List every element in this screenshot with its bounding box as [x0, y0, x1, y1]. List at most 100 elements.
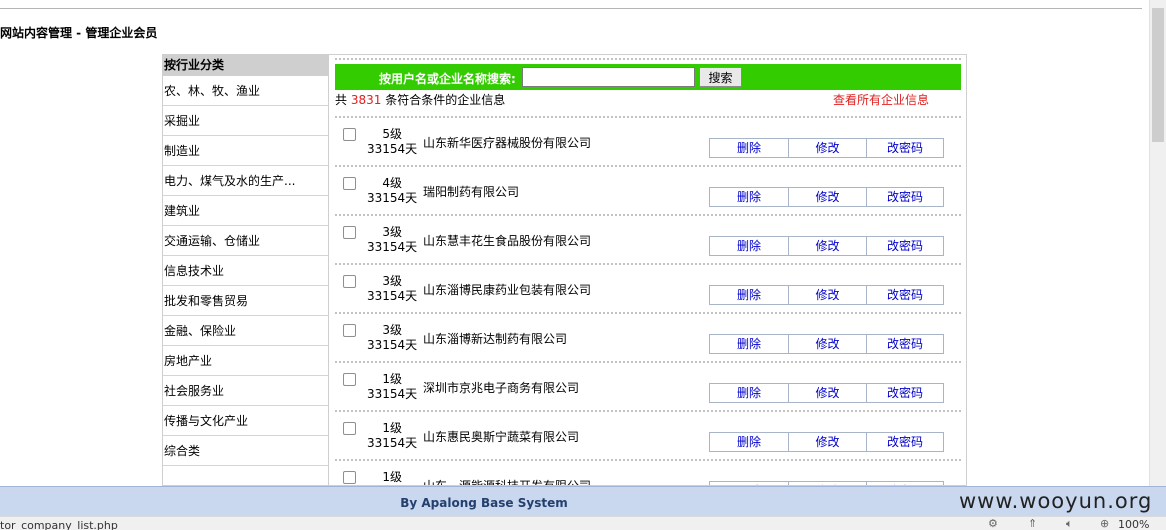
status-url: tor_company_list.php — [0, 519, 118, 530]
company-name: 山东一源能源科技开发有限公司 — [423, 479, 592, 486]
sidebar-item-8[interactable]: 金融、保险业 — [163, 316, 328, 346]
company-row: 3级 33154天 山东淄博民康药业包装有限公司 删除 修改 改密码 — [335, 265, 961, 314]
sidebar-item-7[interactable]: 批发和零售贸易 — [163, 286, 328, 316]
company-name: 深圳市京兆电子商务有限公司 — [423, 381, 580, 395]
result-count-text: 共 3831 条符合条件的企业信息 — [335, 90, 505, 110]
member-days: 33154天 — [367, 387, 418, 401]
company-list: 5级 33154天 山东新华医疗器械股份有限公司 删除 修改 改密码 4级 33154天 瑞阳制… — [335, 118, 961, 486]
company-row: 3级 33154天 山东淄博新达制药有限公司 删除 修改 改密码 — [335, 314, 961, 363]
row-checkbox[interactable] — [343, 471, 356, 484]
change-password-button[interactable]: 改密码 — [866, 433, 943, 451]
change-password-button[interactable]: 改密码 — [866, 188, 943, 206]
row-checkbox[interactable] — [343, 373, 356, 386]
delete-button[interactable]: 删除 — [710, 433, 788, 451]
row-checkbox[interactable] — [343, 422, 356, 435]
company-row: 1级 33154天 深圳市京兆电子商务有限公司 删除 修改 改密码 — [335, 363, 961, 412]
delete-button[interactable]: 删除 — [710, 286, 788, 304]
search-bar: 按用户名或企业名称搜索: 搜索 — [335, 64, 961, 90]
content-panel: 按行业分类 农、林、牧、渔业 采掘业 制造业 电力、煤气及水的生产... 建筑业 交通运输… — [162, 54, 967, 486]
company-name: 瑞阳制药有限公司 — [423, 185, 520, 199]
change-password-button[interactable]: 改密码 — [866, 384, 943, 402]
browser-page: 网站内容管理 - 管理企业会员 按行业分类 农、林、牧、渔业 采掘业 制造业 电力、煤… — [0, 0, 1166, 530]
industry-sidebar: 按行业分类 农、林、牧、渔业 采掘业 制造业 电力、煤气及水的生产... 建筑业 交通运输… — [163, 55, 329, 485]
company-row: 3级 33154天 山东慧丰花生食品股份有限公司 删除 修改 改密码 — [335, 216, 961, 265]
row-actions: 删除修改改密码 — [709, 383, 944, 403]
company-row: 4级 33154天 瑞阳制药有限公司 删除 修改 改密码 — [335, 167, 961, 216]
edit-button[interactable]: 修改 — [788, 384, 866, 402]
row-checkbox[interactable] — [343, 275, 356, 288]
member-days: 33154天 — [367, 142, 418, 156]
zoom-level[interactable]: 100% — [1118, 518, 1149, 530]
sidebar-item-5[interactable]: 交通运输、仓储业 — [163, 226, 328, 256]
gear-icon[interactable]: ⚙ — [988, 517, 998, 530]
company-row: 1级 33154天 山东惠民奥斯宁蔬菜有限公司 删除 修改 改密码 — [335, 412, 961, 461]
result-count: 3831 — [350, 93, 382, 107]
vertical-scrollbar[interactable] — [1149, 0, 1166, 486]
sidebar-item-2[interactable]: 制造业 — [163, 136, 328, 166]
sidebar-item-11[interactable]: 传播与文化产业 — [163, 406, 328, 436]
sidebar-item-6[interactable]: 信息技术业 — [163, 256, 328, 286]
change-password-button[interactable]: 改密码 — [866, 335, 943, 353]
scrollbar-thumb[interactable] — [1152, 8, 1164, 142]
company-row: 5级 33154天 山东新华医疗器械股份有限公司 删除 修改 改密码 — [335, 118, 961, 167]
row-actions: 删除修改改密码 — [709, 138, 944, 158]
change-password-button[interactable]: 改密码 — [866, 286, 943, 304]
zoom-icon[interactable]: ⊕ — [1100, 517, 1109, 530]
search-label: 按用户名或企业名称搜索: — [379, 72, 516, 86]
top-divider — [0, 8, 1142, 9]
delete-button[interactable]: 删除 — [710, 139, 788, 157]
speaker-icon[interactable]: 🔈︎ — [1066, 517, 1073, 530]
main-content: 按用户名或企业名称搜索: 搜索 共 3831 条符合条件的企业信息 查看所有企业… — [335, 55, 961, 486]
up-arrow-icon[interactable]: ⇑ — [1028, 517, 1037, 530]
edit-button[interactable]: 修改 — [788, 286, 866, 304]
sidebar-list: 农、林、牧、渔业 采掘业 制造业 电力、煤气及水的生产... 建筑业 交通运输、仓储业 信息… — [163, 76, 328, 466]
company-name: 山东惠民奥斯宁蔬菜有限公司 — [423, 430, 580, 444]
company-name: 山东淄博新达制药有限公司 — [423, 332, 568, 346]
delete-button[interactable]: 删除 — [710, 384, 788, 402]
company-row: 1级33154天山东一源能源科技开发有限公司删除修改改密码 — [335, 461, 961, 486]
delete-button[interactable]: 删除 — [710, 188, 788, 206]
result-summary: 共 3831 条符合条件的企业信息 查看所有企业信息 — [335, 90, 961, 110]
watermark: www.wooyun.org — [959, 489, 1153, 513]
row-actions: 删除修改改密码 — [709, 432, 944, 452]
sidebar-item-10[interactable]: 社会服务业 — [163, 376, 328, 406]
page-title: 网站内容管理 - 管理企业会员 — [0, 26, 158, 40]
member-days: 33154天 — [367, 191, 418, 205]
row-actions: 删除修改改密码 — [709, 285, 944, 305]
footer-text: By Apalong Base System — [400, 496, 568, 510]
edit-button[interactable]: 修改 — [788, 237, 866, 255]
status-bar: tor_company_list.php ⚙ ⇑ 🔈︎ ⊕ 100% — [0, 516, 1166, 530]
edit-button[interactable]: 修改 — [788, 335, 866, 353]
search-button[interactable]: 搜索 — [699, 67, 742, 87]
edit-button[interactable]: 修改 — [788, 188, 866, 206]
company-name: 山东新华医疗器械股份有限公司 — [423, 136, 592, 150]
dotted-divider — [335, 58, 961, 60]
change-password-button[interactable]: 改密码 — [866, 139, 943, 157]
row-actions: 删除修改改密码 — [709, 334, 944, 354]
count-prefix: 共 — [335, 93, 348, 107]
change-password-button[interactable]: 改密码 — [866, 237, 943, 255]
row-actions: 删除修改改密码 — [709, 187, 944, 207]
search-input[interactable] — [522, 67, 695, 87]
sidebar-item-9[interactable]: 房地产业 — [163, 346, 328, 376]
edit-button[interactable]: 修改 — [788, 433, 866, 451]
row-checkbox[interactable] — [343, 226, 356, 239]
sidebar-header: 按行业分类 — [163, 55, 328, 76]
delete-button[interactable]: 删除 — [710, 237, 788, 255]
row-checkbox[interactable] — [343, 128, 356, 141]
member-days: 33154天 — [367, 289, 418, 303]
delete-button[interactable]: 删除 — [710, 335, 788, 353]
sidebar-item-12[interactable]: 综合类 — [163, 436, 328, 466]
sidebar-item-3[interactable]: 电力、煤气及水的生产... — [163, 166, 328, 196]
row-checkbox[interactable] — [343, 177, 356, 190]
row-checkbox[interactable] — [343, 324, 356, 337]
company-name: 山东淄博民康药业包装有限公司 — [423, 283, 592, 297]
sidebar-item-4[interactable]: 建筑业 — [163, 196, 328, 226]
company-name: 山东慧丰花生食品股份有限公司 — [423, 234, 592, 248]
sidebar-item-1[interactable]: 采掘业 — [163, 106, 328, 136]
view-all-link[interactable]: 查看所有企业信息 — [833, 90, 929, 110]
edit-button[interactable]: 修改 — [788, 139, 866, 157]
row-actions: 删除修改改密码 — [709, 236, 944, 256]
sidebar-item-0[interactable]: 农、林、牧、渔业 — [163, 76, 328, 106]
member-days: 33154天 — [367, 338, 418, 352]
